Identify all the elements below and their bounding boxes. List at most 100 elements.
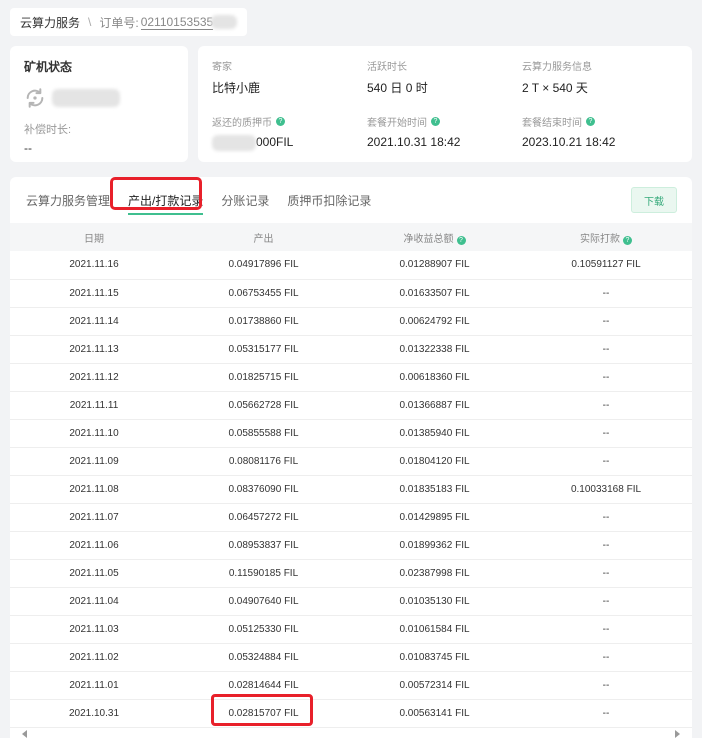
machine-status-card: 矿机状态 补偿时长: -- — [10, 46, 188, 162]
help-icon[interactable]: ? — [276, 117, 285, 126]
cell-actual-payment: -- — [602, 371, 610, 383]
col-header-net-income: 净收益总额? — [349, 223, 520, 251]
info-value: 000FIL — [212, 135, 367, 151]
cell-date: 2021.11.05 — [69, 567, 119, 579]
cell-actual-payment: -- — [602, 427, 610, 439]
cell-output: 0.08376090 FIL — [228, 483, 299, 495]
cell-net-income: 0.01899362 FIL — [399, 539, 470, 551]
info-value: 2021.10.31 18:42 — [367, 135, 461, 149]
service-info-card: 寄家比特小鹿 活跃时长 540 日 0 时云算力服务信息 2 T × 540 天返还的… — [198, 46, 692, 162]
cell-date: 2021.11.04 — [69, 595, 119, 607]
table-row: 2021.10.31 0.02815707 FIL 0.00563141 FIL -- — [10, 699, 692, 727]
cell-net-income: 0.01061584 FIL — [399, 623, 470, 635]
cell-output: 0.04907640 FIL — [228, 595, 299, 607]
cell-output: 0.06457272 FIL — [228, 511, 299, 523]
cell-output: 0.05324884 FIL — [228, 651, 299, 663]
tab-service-management[interactable]: 云算力服务管理 — [26, 192, 110, 223]
table-body: 2021.11.16 0.04917896 FIL 0.01288907 FIL 0.… — [10, 251, 692, 727]
cell-actual-payment: -- — [602, 455, 610, 467]
cell-date: 2021.10.31 — [68, 707, 120, 719]
breadcrumb-home[interactable]: 云算力服务 — [20, 14, 80, 31]
cell-net-income: 0.01633507 FIL — [399, 287, 470, 299]
cell-actual-payment: -- — [602, 707, 610, 719]
tab-split-records[interactable]: 分账记录 — [221, 192, 269, 223]
table-row: 2021.11.14 0.01738860 FIL 0.00624792 FIL -- — [10, 307, 692, 335]
cell-net-income: 0.00624792 FIL — [399, 315, 470, 327]
table-row: 2021.11.16 0.04917896 FIL 0.01288907 FIL 0.… — [10, 251, 692, 279]
table-row: 2021.11.10 0.05855588 FIL 0.01385940 FIL -- — [10, 419, 692, 447]
cell-output: 0.08081176 FIL — [228, 455, 299, 467]
cell-output: 0.04917896 FIL — [228, 259, 299, 271]
tab-pledge-deduction[interactable]: 质押币扣除记录 — [287, 192, 371, 223]
table-row: 2021.11.08 0.08376090 FIL 0.01835183 FIL 0.… — [10, 475, 692, 503]
table-row: 2021.11.02 0.05324884 FIL 0.01083745 FIL -- — [10, 643, 692, 671]
cell-date: 2021.11.09 — [69, 455, 119, 467]
cell-actual-payment: -- — [602, 623, 610, 635]
cell-net-income: 0.00563141 FIL — [399, 707, 470, 719]
info-item: 活跃时长 540 日 0 时 — [367, 58, 522, 96]
scroll-left-icon[interactable] — [22, 730, 27, 738]
info-item: 套餐开始时间? 2021.10.31 18:42 — [367, 114, 522, 151]
cell-date: 2021.11.02 — [69, 651, 119, 663]
table-row: 2021.11.13 0.05315177 FIL 0.01322338 FIL -- — [10, 335, 692, 363]
table-row: 2021.11.11 0.05662728 FIL 0.01366887 FIL -- — [10, 391, 692, 419]
cell-actual-payment: -- — [602, 315, 610, 327]
help-icon[interactable]: ? — [456, 235, 466, 245]
table-row: 2021.11.01 0.02814644 FIL 0.00572314 FIL -- — [10, 671, 692, 699]
help-icon[interactable]: ? — [623, 235, 632, 245]
cell-date: 2021.11.06 — [69, 539, 119, 551]
cell-actual-payment: -- — [602, 287, 610, 299]
cell-net-income: 0.01804120 FIL — [399, 455, 470, 467]
cell-net-income: 0.01385940 FIL — [399, 427, 470, 439]
cell-net-income: 0.01322338 FIL — [399, 343, 470, 355]
cell-output: 0.05855588 FIL — [228, 427, 299, 439]
table-row: 2021.11.03 0.05125330 FIL 0.01061584 FIL -- — [10, 615, 692, 643]
help-icon[interactable]: ? — [586, 117, 595, 126]
info-value: 2023.10.21 18:42 — [522, 135, 616, 149]
cell-output: 0.05125330 FIL — [228, 623, 299, 635]
table-row: 2021.11.07 0.06457272 FIL 0.01429895 FIL -- — [10, 503, 692, 531]
redacted-order-suffix — [211, 15, 238, 29]
cell-actual-payment: -- — [602, 539, 610, 551]
cell-net-income: 0.02387998 FIL — [399, 567, 470, 579]
info-label: 套餐开始时间? — [367, 114, 522, 129]
download-button[interactable]: 下载 — [631, 187, 677, 213]
cell-date: 2021.11.13 — [69, 343, 119, 355]
cell-output: 0.06753455 FIL — [228, 287, 299, 299]
machine-status-row — [24, 87, 174, 109]
info-value: 2 T × 540 天 — [522, 81, 588, 95]
cell-net-income: 0.01366887 FIL — [399, 399, 470, 411]
highlight-box-tab — [110, 177, 202, 210]
cell-net-income: 0.01835183 FIL — [399, 483, 470, 495]
info-label: 套餐结束时间? — [522, 114, 682, 129]
breadcrumb: 云算力服务 \ 订单号: 02110153535 — [10, 8, 248, 36]
cell-date: 2021.11.12 — [69, 371, 119, 383]
cell-output: 0.05315177 FIL — [228, 343, 299, 355]
cell-output: 0.11590185 FIL — [228, 567, 299, 579]
info-label: 寄家 — [212, 62, 232, 73]
cell-date: 2021.11.15 — [69, 287, 119, 299]
cell-output: 0.01825715 FIL — [228, 371, 299, 383]
breadcrumb-separator: \ — [88, 15, 92, 29]
cell-actual-payment: -- — [602, 595, 610, 607]
cell-actual-payment: 0.10033168 FIL — [570, 483, 642, 495]
help-icon[interactable]: ? — [431, 117, 440, 126]
info-label: 返还的质押币? — [212, 114, 367, 129]
cell-date: 2021.11.07 — [69, 511, 119, 523]
info-value: 比特小鹿 — [212, 81, 261, 95]
cell-net-income: 0.01083745 FIL — [399, 651, 470, 663]
order-number[interactable]: 02110153535 — [140, 15, 214, 30]
info-label: 活跃时长 — [367, 62, 407, 73]
cell-date: 2021.11.10 — [69, 427, 119, 439]
table-row: 2021.11.04 0.04907640 FIL 0.01035130 FIL -- — [10, 587, 692, 615]
col-header-date: 日期 — [84, 233, 104, 245]
cell-net-income: 0.01288907 FIL — [399, 259, 470, 271]
records-panel: 云算力服务管理 产出/打款记录 分账记录 质押币扣除记录 下载 日期 产出 净收益总额… — [10, 177, 692, 738]
compensation-value: -- — [24, 141, 32, 155]
cell-date: 2021.11.14 — [69, 315, 119, 327]
cell-net-income: 0.01429895 FIL — [399, 511, 470, 523]
table-row: 2021.11.06 0.08953837 FIL 0.01899362 FIL -- — [10, 531, 692, 559]
scroll-right-icon[interactable] — [675, 730, 680, 738]
cell-output: 0.05662728 FIL — [228, 399, 299, 411]
info-item: 云算力服务信息 2 T × 540 天 — [522, 58, 682, 96]
